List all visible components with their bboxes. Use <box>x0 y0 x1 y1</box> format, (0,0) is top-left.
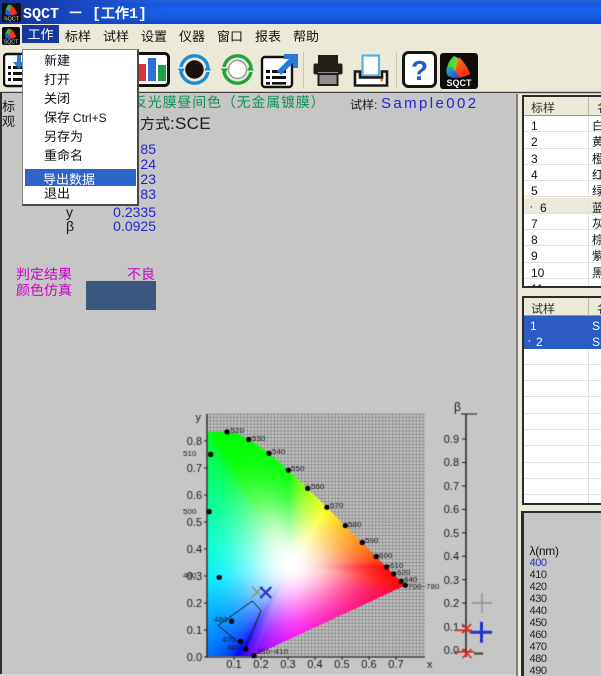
svg-text:SQCT: SQCT <box>446 78 472 88</box>
svg-text:SQCT: SQCT <box>4 40 19 45</box>
svg-text:?: ? <box>411 55 428 86</box>
svg-text:SQCT: SQCT <box>4 17 20 23</box>
